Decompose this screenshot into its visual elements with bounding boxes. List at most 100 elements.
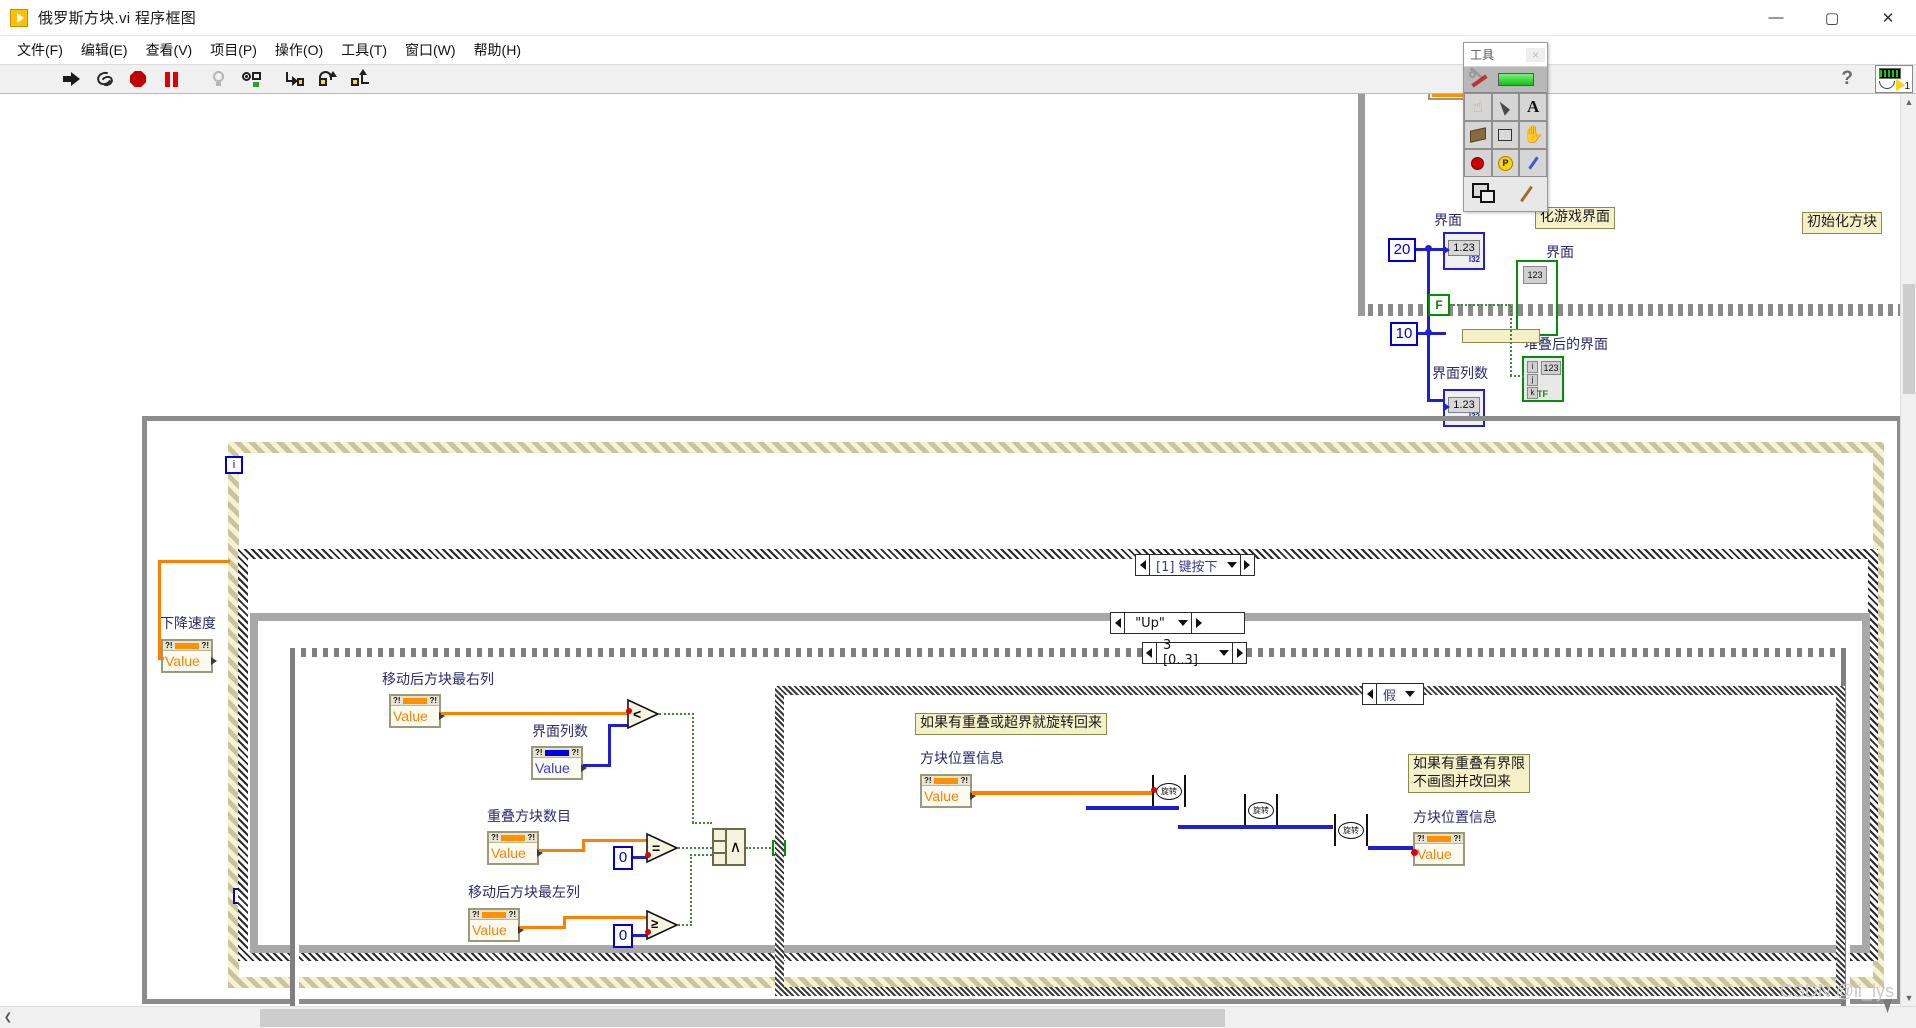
less-than-node[interactable]: < — [626, 698, 660, 730]
tools-palette[interactable]: 工具 × ☝ A ✋ P — [1463, 42, 1548, 212]
descent-speed-terminal[interactable]: ?!?! Value — [161, 639, 217, 673]
menu-window[interactable]: 窗口(W) — [396, 37, 465, 63]
block-leftmost-col-value: Value — [472, 922, 507, 938]
scroll-left-icon[interactable]: ❮ — [0, 1012, 16, 1023]
abort-stop-icon[interactable] — [128, 69, 149, 89]
automatic-tool-selection-row[interactable] — [1464, 66, 1547, 93]
menu-operate[interactable]: 操作(O) — [266, 37, 332, 63]
menu-edit[interactable]: 编辑(E) — [72, 37, 137, 63]
compound-and-node[interactable]: ∧ — [712, 828, 746, 866]
rotate-subvi-1[interactable]: 旋转 — [1151, 775, 1186, 807]
lightbulb-icon[interactable] — [208, 69, 229, 89]
i32-control-rows[interactable]: 1.23 I32 — [1443, 232, 1485, 270]
rotation-selector-prev-icon[interactable] — [1143, 643, 1157, 663]
horizontal-scroll-thumb[interactable] — [260, 1009, 1225, 1027]
no-draw-comment: 如果有重叠有界限 不画图并改回来 — [1408, 754, 1530, 793]
wire-overlap-1 — [539, 849, 584, 852]
false-selector-prev-icon[interactable] — [1363, 684, 1377, 704]
rotate-subvi-3[interactable]: 旋转 — [1334, 814, 1368, 846]
zero-constant-overlap[interactable]: 0 — [613, 846, 633, 870]
false-selector-chevron-down-icon[interactable] — [1402, 684, 1418, 704]
menu-view[interactable]: 查看(V) — [137, 37, 202, 63]
ui-column-count-label: 界面列数 — [532, 724, 588, 740]
block-rightmost-col-label: 移动后方块最右列 — [382, 672, 494, 688]
color-swatch-tool[interactable] — [1464, 177, 1506, 211]
array-index-j: j — [1527, 374, 1538, 386]
key-selector-next-icon[interactable] — [1191, 613, 1205, 633]
tools-palette-close-icon[interactable]: × — [1525, 47, 1545, 62]
top-structure-frame[interactable] — [1358, 94, 1916, 314]
rotation-selector-next-icon[interactable] — [1232, 643, 1246, 663]
automatic-selection-led[interactable] — [1498, 73, 1534, 86]
rotation-selector-chevron-down-icon[interactable] — [1216, 643, 1232, 663]
event-selector-next-icon[interactable] — [1239, 555, 1254, 575]
position-size-select-tool[interactable] — [1491, 93, 1520, 121]
stacked-ui-array[interactable]: i j k 123 TF — [1522, 356, 1564, 402]
block-position-info-input[interactable]: ?!?! Value — [920, 774, 976, 808]
zero-constant-leftcol[interactable]: 0 — [613, 924, 633, 948]
scroll-down-icon[interactable]: ▼ — [1901, 990, 1916, 1006]
greater-equal-node[interactable]: ≥ — [645, 909, 679, 941]
retain-values-icon[interactable] — [241, 69, 262, 89]
operate-value-tool[interactable]: ☝ — [1464, 93, 1492, 121]
event-selector-prev-icon[interactable] — [1136, 555, 1150, 575]
horizontal-scrollbar[interactable]: ❮ — [0, 1006, 1916, 1028]
set-color-tool[interactable] — [1505, 177, 1547, 211]
constant-10[interactable]: 10 — [1390, 322, 1418, 346]
overlap-block-count-value: Value — [491, 845, 526, 861]
step-into-icon[interactable] — [284, 69, 305, 89]
rotation-case-selector[interactable]: 3 [0..3] — [1142, 638, 1247, 668]
rotate-subvi-2[interactable]: 旋转 — [1244, 794, 1278, 826]
vi-icon[interactable]: 1 — [1875, 65, 1913, 93]
event-structure-selector[interactable]: [1] 键按下 — [1135, 554, 1255, 576]
step-out-icon[interactable] — [350, 69, 371, 89]
ui-column-count-terminal[interactable]: ?!?! Value — [531, 746, 587, 780]
equal-node[interactable]: = — [645, 832, 679, 864]
event-selector-chevron-down-icon[interactable] — [1224, 555, 1240, 575]
while-loop-iteration-terminal[interactable]: i — [225, 456, 243, 474]
run-arrow-icon[interactable] — [62, 69, 83, 89]
ui-column-count-value: Value — [535, 760, 570, 776]
menu-tools[interactable]: 工具(T) — [332, 37, 396, 63]
minimize-button[interactable]: — — [1748, 0, 1804, 36]
context-help-icon[interactable]: ? — [1819, 68, 1875, 90]
block-diagram-canvas[interactable]: 界面 化游戏界面 界面 堆叠后的界面 界面列数 初始化方块 20 10 1.23… — [0, 94, 1916, 1006]
close-button[interactable]: ✕ — [1860, 0, 1916, 36]
tools-palette-title-bar: 工具 × — [1464, 43, 1547, 67]
maximize-button[interactable]: ▢ — [1804, 0, 1860, 36]
block-leftmost-col-terminal[interactable]: ?!?! Value — [468, 908, 524, 942]
block-position-info-output[interactable]: ?!?! Value — [1411, 832, 1465, 866]
block-rightmost-col-terminal[interactable]: ?!?! Value — [389, 694, 445, 728]
vertical-scrollbar[interactable]: ▲ ▼ — [1900, 94, 1916, 1006]
constant-20[interactable]: 20 — [1388, 238, 1416, 262]
block-position-info-output-value: Value — [1417, 846, 1452, 862]
menu-help[interactable]: 帮助(H) — [465, 37, 530, 63]
scroll-window-tool[interactable]: ✋ — [1519, 121, 1547, 149]
ui-label-right: 界面 — [1546, 245, 1574, 261]
vertical-scroll-thumb[interactable] — [1903, 284, 1915, 394]
probe-data-tool[interactable]: P — [1491, 149, 1520, 177]
cream-strip — [1462, 329, 1540, 343]
edit-text-tool[interactable]: A — [1519, 93, 1547, 121]
scroll-up-icon[interactable]: ▲ — [1901, 94, 1916, 110]
step-over-icon[interactable] — [317, 69, 338, 89]
false-case-selector[interactable]: 假 — [1362, 683, 1424, 705]
block-rightmost-col-value: Value — [393, 708, 428, 724]
connect-wire-tool[interactable] — [1464, 121, 1492, 149]
object-shortcut-menu-tool[interactable] — [1491, 121, 1520, 149]
probe-icon: P — [1497, 155, 1513, 171]
color-swatch-icon-2 — [1480, 190, 1495, 203]
text-A-icon: A — [1527, 97, 1540, 116]
get-color-tool[interactable] — [1519, 149, 1547, 177]
rotate-subvi-3-label: 旋转 — [1338, 821, 1364, 839]
key-selector-prev-icon[interactable] — [1111, 613, 1125, 633]
set-clear-breakpoint-tool[interactable] — [1464, 149, 1492, 177]
overlap-block-count-terminal[interactable]: ?!?! Value — [487, 831, 543, 865]
menu-project[interactable]: 项目(P) — [201, 37, 266, 63]
run-continuous-icon[interactable] — [95, 69, 116, 89]
false-constant[interactable]: F — [1428, 294, 1450, 316]
pause-icon[interactable] — [161, 69, 182, 89]
key-case-selector[interactable]: "Up" — [1110, 612, 1245, 634]
key-selector-chevron-down-icon[interactable] — [1175, 613, 1191, 633]
menu-file[interactable]: 文件(F) — [8, 37, 72, 63]
